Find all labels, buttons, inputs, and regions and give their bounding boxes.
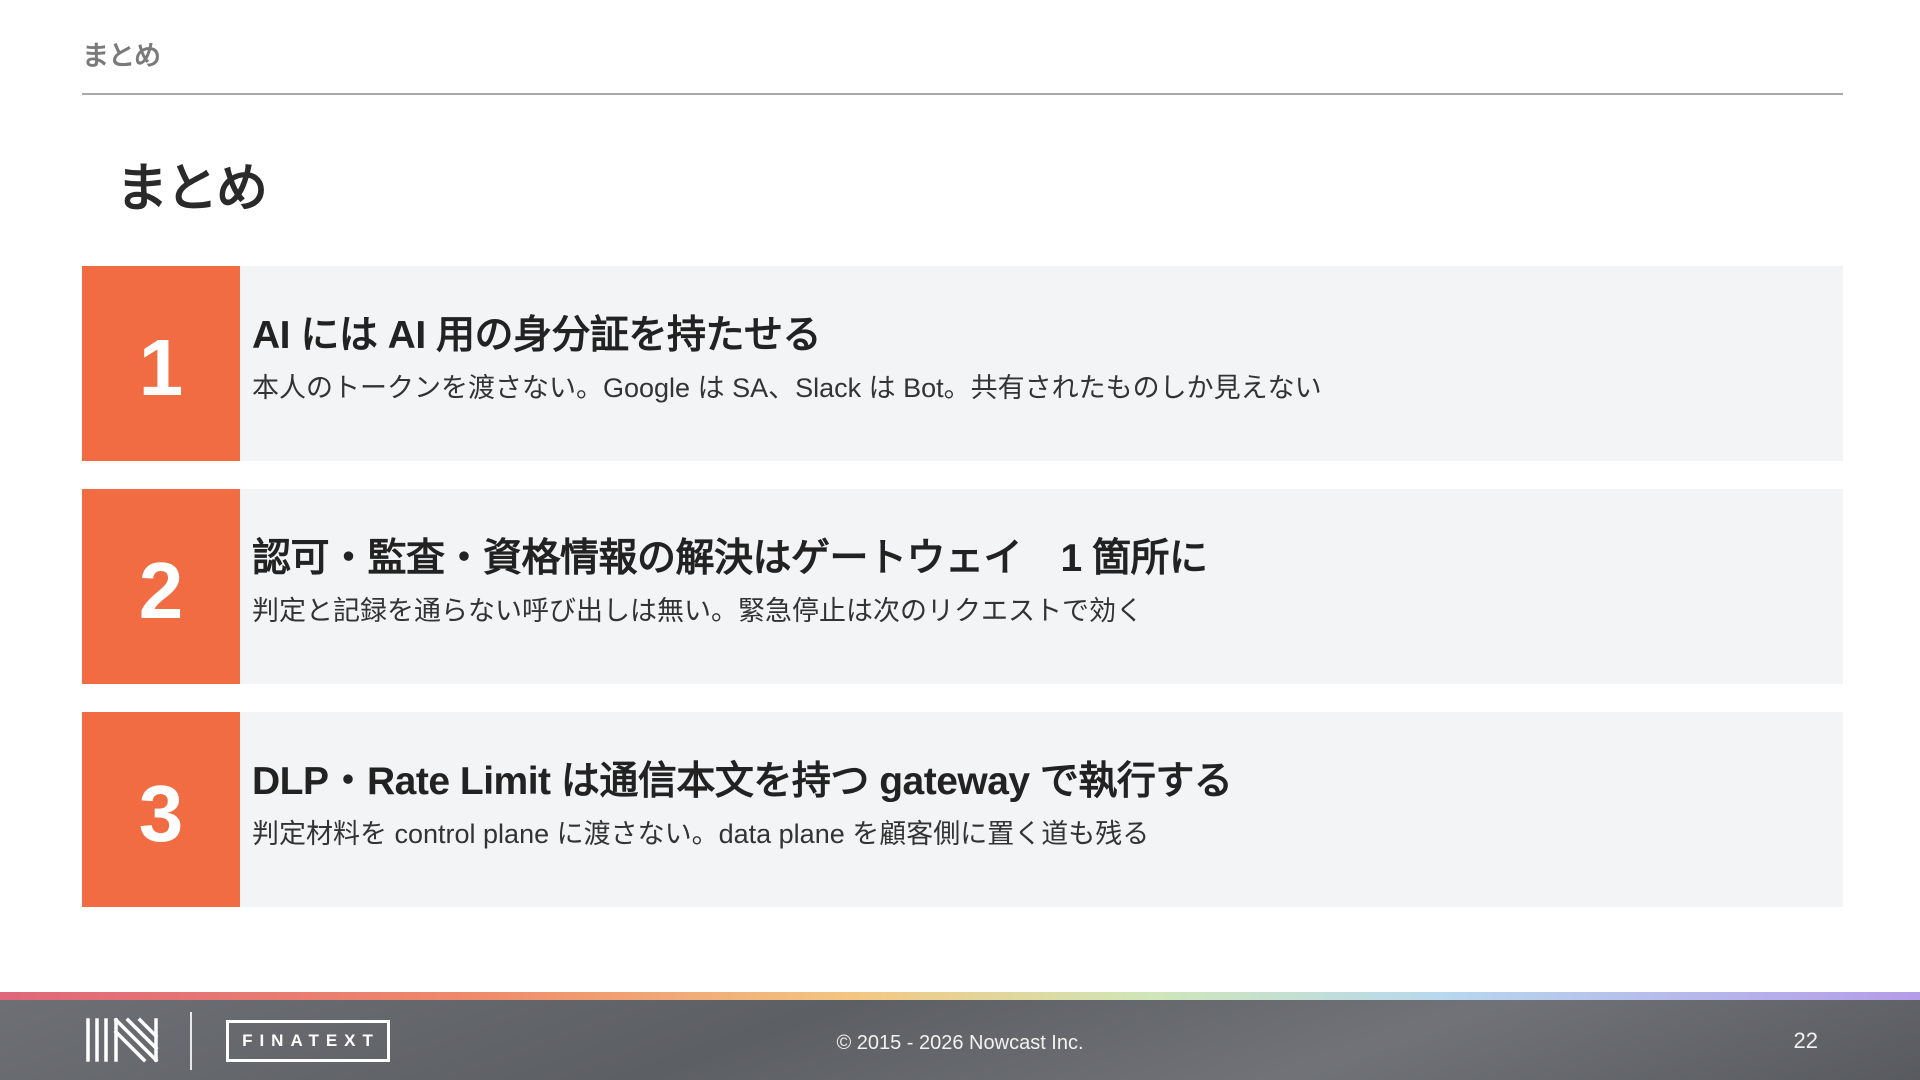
header-divider <box>82 93 1843 95</box>
summary-card-1: 1 AI には AI 用の身分証を持たせる 本人のトークンを渡さない。Googl… <box>82 266 1843 461</box>
card-number-badge: 3 <box>82 712 240 907</box>
footer: FINATEXT © 2015 - 2026 Nowcast Inc. 22 <box>0 1000 1920 1080</box>
card-description: 判定と記録を通らない呼び出しは無い。緊急停止は次のリクエストで効く <box>252 596 1143 626</box>
card-description: 判定材料を control plane に渡さない。data plane を顧客… <box>252 819 1150 849</box>
page-title: まとめ <box>116 159 268 219</box>
summary-card-3: 3 DLP・Rate Limit は通信本文を持つ gateway で執行する … <box>82 712 1843 907</box>
card-description: 本人のトークンを渡さない。Google は SA、Slack は Bot。共有さ… <box>252 373 1322 403</box>
card-title: DLP・Rate Limit は通信本文を持つ gateway で執行する <box>252 760 1233 803</box>
summary-list: 1 AI には AI 用の身分証を持たせる 本人のトークンを渡さない。Googl… <box>82 266 1843 935</box>
copyright-text: © 2015 - 2026 Nowcast Inc. <box>836 1032 1084 1054</box>
card-number-badge: 2 <box>82 489 240 684</box>
card-body: AI には AI 用の身分証を持たせる 本人のトークンを渡さない。Google … <box>240 266 1322 461</box>
card-number-badge: 1 <box>82 266 240 461</box>
page-number: 22 <box>1793 1028 1818 1053</box>
summary-card-2: 2 認可・監査・資格情報の解決はゲートウェイ 1 箇所に 判定と記録を通らない呼… <box>82 489 1843 684</box>
card-body: DLP・Rate Limit は通信本文を持つ gateway で執行する 判定… <box>240 712 1233 907</box>
card-body: 認可・監査・資格情報の解決はゲートウェイ 1 箇所に 判定と記録を通らない呼び出… <box>240 489 1208 684</box>
card-title: 認可・監査・資格情報の解決はゲートウェイ 1 箇所に <box>252 537 1208 580</box>
section-label: まとめ <box>82 41 161 72</box>
card-title: AI には AI 用の身分証を持たせる <box>252 314 822 357</box>
footer-gradient-stripe <box>0 992 1920 1000</box>
